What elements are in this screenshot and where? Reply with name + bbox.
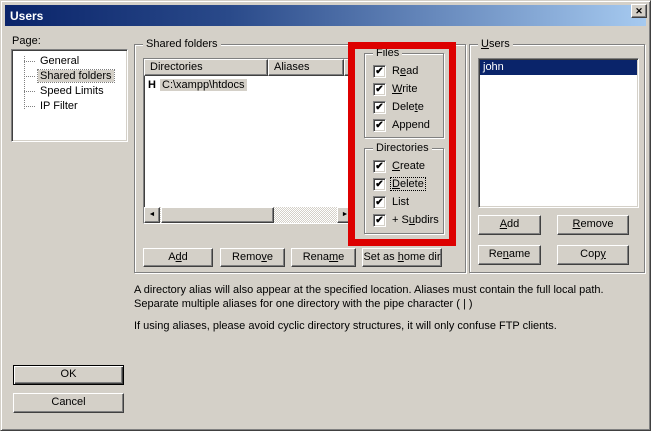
checkbox-delete-files[interactable]: ✔ Delete bbox=[365, 98, 443, 116]
directories-table[interactable]: Directories Aliases H C:\xampp\htdocs ◄ … bbox=[143, 58, 354, 224]
checkbox-checked-icon[interactable]: ✔ bbox=[373, 178, 386, 191]
scroll-left-icon[interactable]: ◄ bbox=[144, 207, 160, 223]
checkbox-checked-icon[interactable]: ✔ bbox=[373, 214, 386, 227]
checkbox-checked-icon[interactable]: ✔ bbox=[373, 160, 386, 173]
user-copy-button[interactable]: Copy bbox=[557, 245, 629, 265]
column-header-aliases[interactable]: Aliases bbox=[268, 59, 344, 76]
alias-help-paragraph-2: If using aliases, please avoid cyclic di… bbox=[134, 319, 648, 333]
home-flag: H bbox=[148, 79, 160, 91]
user-remove-button[interactable]: Remove bbox=[557, 215, 629, 235]
table-row[interactable]: H C:\xampp\htdocs bbox=[144, 77, 353, 93]
close-icon[interactable]: ✕ bbox=[631, 4, 647, 18]
directories-legend: Directories bbox=[373, 142, 432, 154]
checkbox-subdirs[interactable]: ✔ + Subdirs bbox=[365, 211, 443, 229]
user-rename-button[interactable]: Rename bbox=[478, 245, 541, 265]
window-title: Users bbox=[10, 9, 43, 23]
checkbox-read[interactable]: ✔ Read bbox=[365, 62, 443, 80]
page-label: Page: bbox=[12, 35, 41, 47]
ok-button[interactable]: OK bbox=[13, 365, 124, 385]
list-item-user[interactable]: john bbox=[480, 60, 637, 75]
checkbox-checked-icon[interactable]: ✔ bbox=[373, 196, 386, 209]
files-permissions-group: Files ✔ Read ✔ Write ✔ Delete ✔ Append bbox=[364, 53, 444, 138]
checkbox-append[interactable]: ✔ Append bbox=[365, 116, 443, 134]
scrollbar-thumb[interactable] bbox=[161, 207, 274, 223]
user-add-button[interactable]: Add bbox=[478, 215, 541, 235]
checkbox-list[interactable]: ✔ List bbox=[365, 193, 443, 211]
column-header-directories[interactable]: Directories bbox=[144, 59, 268, 76]
page-item-shared-folders[interactable]: Shared folders bbox=[15, 69, 124, 84]
users-group: Users john Add Remove Rename Copy bbox=[469, 44, 645, 273]
checkbox-checked-icon[interactable]: ✔ bbox=[373, 101, 386, 114]
horizontal-scrollbar[interactable]: ◄ ► bbox=[144, 207, 353, 223]
scroll-right-icon[interactable]: ► bbox=[337, 207, 353, 223]
files-legend: Files bbox=[373, 47, 402, 59]
checkbox-checked-icon[interactable]: ✔ bbox=[373, 65, 386, 78]
checkbox-create[interactable]: ✔ Create bbox=[365, 157, 443, 175]
sf-rename-button[interactable]: Rename bbox=[291, 248, 356, 267]
page-item-general[interactable]: General bbox=[15, 54, 124, 69]
set-as-home-dir-button[interactable]: Set as home dir bbox=[362, 248, 442, 267]
users-list[interactable]: john bbox=[478, 58, 639, 208]
page-list[interactable]: General Shared folders Speed Limits IP F… bbox=[11, 49, 128, 142]
users-legend: Users bbox=[478, 38, 513, 50]
sf-add-button[interactable]: Add bbox=[143, 248, 213, 267]
directories-permissions-group: Directories ✔ Create ✔ Delete ✔ List ✔ +… bbox=[364, 148, 444, 234]
checkbox-delete-dirs[interactable]: ✔ Delete bbox=[365, 175, 443, 193]
cancel-button[interactable]: Cancel bbox=[13, 393, 124, 413]
checkbox-checked-icon[interactable]: ✔ bbox=[373, 83, 386, 96]
directory-path: C:\xampp\htdocs bbox=[160, 79, 247, 91]
page-item-speed-limits[interactable]: Speed Limits bbox=[15, 84, 124, 99]
title-bar[interactable]: Users bbox=[5, 5, 646, 26]
column-header-filler bbox=[344, 59, 353, 76]
alias-help-paragraph-1: A directory alias will also appear at th… bbox=[134, 283, 648, 311]
alias-help-text: A directory alias will also appear at th… bbox=[134, 283, 648, 333]
shared-folders-legend: Shared folders bbox=[143, 38, 221, 50]
checkbox-checked-icon[interactable]: ✔ bbox=[373, 119, 386, 132]
sf-remove-button[interactable]: Remove bbox=[220, 248, 285, 267]
page-item-ip-filter[interactable]: IP Filter bbox=[15, 99, 124, 114]
checkbox-write[interactable]: ✔ Write bbox=[365, 80, 443, 98]
users-dialog: Users ✕ Page: General Shared folders Spe… bbox=[0, 0, 651, 431]
